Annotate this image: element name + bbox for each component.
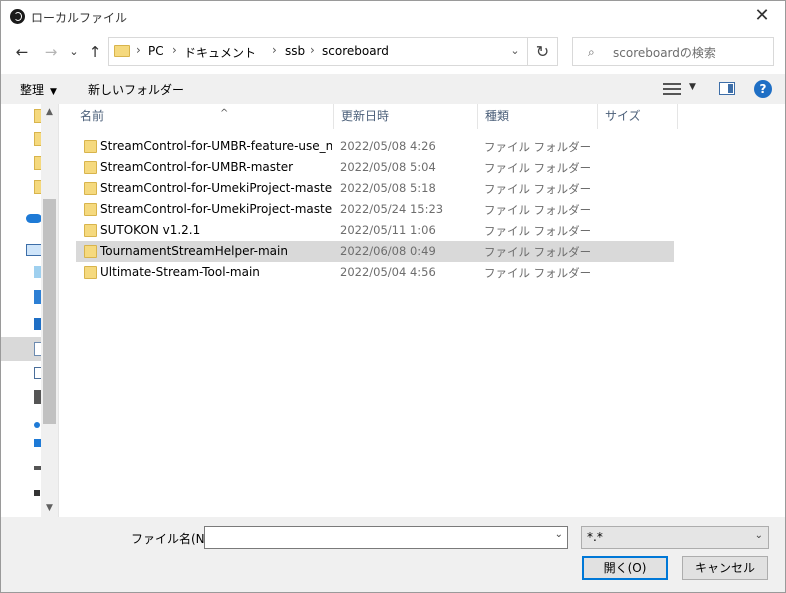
- scroll-down-arrow-icon[interactable]: ▼: [41, 500, 58, 517]
- breadcrumb-scoreboard[interactable]: scoreboard: [322, 44, 389, 58]
- folder-icon: [84, 161, 97, 174]
- search-icon: ⌕: [588, 45, 595, 59]
- file-name: TournamentStreamHelper-main: [100, 244, 288, 258]
- dialog-footer: ファイル名(N): ⌄ *.* ⌄ 開く(O) キャンセル: [1, 517, 785, 592]
- navigation-scrollbar[interactable]: ▲ ▼: [41, 104, 58, 517]
- column-divider[interactable]: [477, 104, 478, 129]
- music-icon[interactable]: [34, 422, 40, 428]
- file-type: ファイル フォルダー: [484, 182, 592, 196]
- breadcrumb-documents[interactable]: ドキュメント: [184, 44, 256, 61]
- file-date: 2022/05/08 5:04: [340, 160, 436, 174]
- folder-icon: [114, 45, 130, 57]
- file-name: StreamControl-for-UMBR-feature-use_nu...: [100, 139, 332, 153]
- file-row-selected[interactable]: TournamentStreamHelper-main 2022/06/08 0…: [76, 241, 674, 262]
- scrollbar-thumb[interactable]: [43, 199, 56, 424]
- file-name: SUTOKON v1.2.1: [100, 223, 201, 237]
- folder-icon: [84, 224, 97, 237]
- file-row[interactable]: StreamControl-for-UmekiProject-master1 2…: [76, 199, 674, 220]
- address-history-chevron-icon[interactable]: ⌄: [507, 42, 523, 60]
- column-divider[interactable]: [597, 104, 598, 129]
- breadcrumb-separator: ›: [136, 43, 141, 57]
- folder-icon: [84, 266, 97, 279]
- title-bar: ローカルファイル ✕: [1, 1, 785, 33]
- scroll-up-arrow-icon[interactable]: ▲: [41, 104, 58, 121]
- breadcrumb-separator: ›: [272, 43, 277, 57]
- breadcrumb-separator: ›: [172, 43, 177, 57]
- file-row[interactable]: StreamControl-for-UMBR-master 2022/05/08…: [76, 157, 674, 178]
- filename-history-chevron-icon[interactable]: ⌄: [555, 529, 563, 540]
- file-date: 2022/05/08 5:18: [340, 181, 436, 195]
- open-button[interactable]: 開く(O): [582, 556, 668, 580]
- file-row[interactable]: SUTOKON v1.2.1 2022/05/11 1:06 ファイル フォルダ…: [76, 220, 674, 241]
- folder-icon: [84, 203, 97, 216]
- new-folder-button[interactable]: 新しいフォルダー: [88, 81, 184, 98]
- chevron-down-icon: ⌄: [754, 530, 763, 541]
- organize-button[interactable]: 整理 ▼: [20, 81, 57, 98]
- breadcrumb-separator: ›: [310, 43, 315, 57]
- column-header-name[interactable]: 名前 ^: [80, 104, 334, 129]
- column-header-type[interactable]: 種類: [485, 104, 595, 129]
- file-type: ファイル フォルダー: [484, 140, 592, 154]
- chevron-down-icon: ▼: [50, 87, 57, 97]
- this-pc-icon[interactable]: [26, 244, 42, 256]
- file-name: StreamControl-for-UmekiProject-master1: [100, 202, 332, 216]
- command-bar: 整理 ▼ 新しいフォルダー ▼ ?: [1, 74, 785, 104]
- search-placeholder: scoreboardの検索: [613, 46, 716, 60]
- file-list: 名前 ^ 更新日時 種類 サイズ StreamControl-for-UMBR-…: [59, 104, 785, 517]
- file-date: 2022/05/04 4:56: [340, 265, 436, 279]
- filename-field[interactable]: ⌄: [204, 526, 568, 549]
- file-type: ファイル フォルダー: [484, 203, 592, 217]
- file-row[interactable]: Ultimate-Stream-Tool-main 2022/05/04 4:5…: [76, 262, 674, 283]
- column-divider[interactable]: [333, 104, 334, 129]
- file-open-dialog: ローカルファイル ✕ ← → ⌄ ↑ › PC › ドキュメント › ssb ›…: [0, 0, 786, 593]
- file-name: Ultimate-Stream-Tool-main: [100, 265, 260, 279]
- folder-icon: [84, 140, 97, 153]
- view-details-icon[interactable]: [663, 82, 681, 96]
- file-name: StreamControl-for-UmekiProject-master: [100, 181, 332, 195]
- search-input[interactable]: ⌕ scoreboardの検索: [572, 37, 774, 66]
- file-date: 2022/05/24 15:23: [340, 202, 444, 216]
- folder-icon: [84, 182, 97, 195]
- onedrive-icon[interactable]: [26, 214, 42, 223]
- file-name: StreamControl-for-UMBR-master: [100, 160, 294, 174]
- column-header-size[interactable]: サイズ: [605, 104, 677, 129]
- back-arrow-icon[interactable]: ←: [12, 42, 32, 62]
- file-type: ファイル フォルダー: [484, 245, 592, 259]
- folder-icon: [84, 245, 97, 258]
- breadcrumb-ssb[interactable]: ssb: [285, 44, 305, 58]
- obs-icon: [10, 9, 25, 24]
- navigation-pane: ▲ ▼: [1, 104, 59, 517]
- column-divider[interactable]: [677, 104, 678, 129]
- column-header-date[interactable]: 更新日時: [341, 104, 477, 129]
- help-icon[interactable]: ?: [754, 80, 772, 98]
- file-type: ファイル フォルダー: [484, 161, 592, 175]
- file-type: ファイル フォルダー: [484, 224, 592, 238]
- organize-label: 整理: [20, 83, 45, 97]
- close-button[interactable]: ✕: [739, 1, 785, 33]
- network-icon[interactable]: [34, 490, 40, 496]
- file-type-filter-select[interactable]: *.* ⌄: [581, 526, 769, 549]
- forward-arrow-icon[interactable]: →: [41, 42, 61, 62]
- cancel-button[interactable]: キャンセル: [682, 556, 768, 580]
- file-row[interactable]: StreamControl-for-UmekiProject-master 20…: [76, 178, 674, 199]
- file-date: 2022/06/08 0:49: [340, 244, 436, 258]
- recent-locations-chevron-icon[interactable]: ⌄: [64, 42, 84, 62]
- view-options-chevron-icon[interactable]: ▼: [689, 82, 696, 92]
- file-type-filter-value: *.*: [587, 530, 603, 544]
- column-header-name-label: 名前: [80, 109, 105, 123]
- filename-label: ファイル名(N):: [131, 532, 214, 546]
- window-title: ローカルファイル: [31, 11, 128, 25]
- address-bar[interactable]: › PC › ドキュメント › ssb › scoreboard ⌄: [108, 37, 528, 66]
- file-type: ファイル フォルダー: [484, 266, 592, 280]
- breadcrumb-pc[interactable]: PC: [148, 44, 164, 58]
- file-date: 2022/05/08 4:26: [340, 139, 436, 153]
- file-date: 2022/05/11 1:06: [340, 223, 436, 237]
- file-row[interactable]: StreamControl-for-UMBR-feature-use_nu...…: [76, 136, 674, 157]
- sort-ascending-icon: ^: [220, 108, 229, 119]
- refresh-icon[interactable]: ↻: [528, 37, 558, 66]
- preview-pane-icon[interactable]: [719, 82, 735, 95]
- up-arrow-icon[interactable]: ↑: [85, 42, 105, 62]
